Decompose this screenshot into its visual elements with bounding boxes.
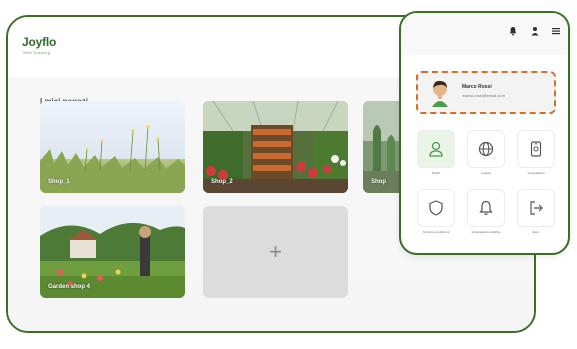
tile-terms[interactable] bbox=[418, 190, 454, 226]
tile-language-label: Lingua bbox=[481, 171, 491, 175]
user-icon bbox=[429, 141, 443, 157]
app-logo[interactable]: Joyflo bbox=[22, 36, 56, 48]
shop-card-1[interactable]: Shop_1 bbox=[40, 101, 185, 193]
tile-notifications[interactable] bbox=[468, 190, 504, 226]
tile-profile-label: Profilo bbox=[431, 171, 441, 175]
shop-card-1-label: Shop_1 bbox=[48, 179, 70, 185]
avatar bbox=[432, 80, 448, 107]
tile-profile[interactable] bbox=[418, 131, 454, 167]
logout-icon bbox=[530, 201, 543, 215]
shop-card-2[interactable]: Shop_2 bbox=[203, 101, 348, 193]
shop-card-4-label: Garden shop 4 bbox=[48, 284, 91, 290]
shop-card-3-label: Shop bbox=[371, 179, 386, 185]
tile-settings[interactable] bbox=[518, 131, 554, 167]
tile-logout-label: Esci bbox=[533, 230, 539, 234]
bell-icon[interactable] bbox=[508, 26, 518, 36]
user-icon[interactable] bbox=[530, 26, 540, 36]
tile-notifications-label: Impostazioni notifiche bbox=[471, 230, 501, 234]
phone-settings-icon bbox=[530, 141, 542, 157]
user-menu-popup: Marco Rossi marco.rossi@email.com Profil… bbox=[399, 11, 570, 255]
stage: Joyflo Web Drawing I miei negozi bbox=[0, 0, 577, 349]
globe-icon bbox=[478, 141, 494, 157]
shop-card-4[interactable]: Garden shop 4 bbox=[40, 206, 185, 298]
popup-topbar bbox=[401, 13, 568, 55]
user-profile-card[interactable]: Marco Rossi marco.rossi@email.com bbox=[416, 71, 556, 114]
plus-icon: + bbox=[269, 239, 282, 264]
user-email: marco.rossi@email.com bbox=[462, 93, 505, 98]
shield-icon bbox=[429, 200, 443, 216]
add-shop-card[interactable]: + bbox=[203, 206, 348, 298]
bell-icon bbox=[479, 200, 493, 215]
tile-settings-label: Impostazioni bbox=[527, 171, 545, 175]
tile-language[interactable] bbox=[468, 131, 504, 167]
shop-card-2-label: Shop_2 bbox=[211, 179, 233, 185]
app-logo-subtitle: Web Drawing bbox=[23, 50, 51, 55]
tile-terms-label: Termini e condizioni bbox=[422, 230, 450, 234]
tile-logout[interactable] bbox=[518, 190, 554, 226]
menu-icon[interactable] bbox=[551, 26, 561, 36]
user-name: Marco Rossi bbox=[462, 84, 492, 90]
